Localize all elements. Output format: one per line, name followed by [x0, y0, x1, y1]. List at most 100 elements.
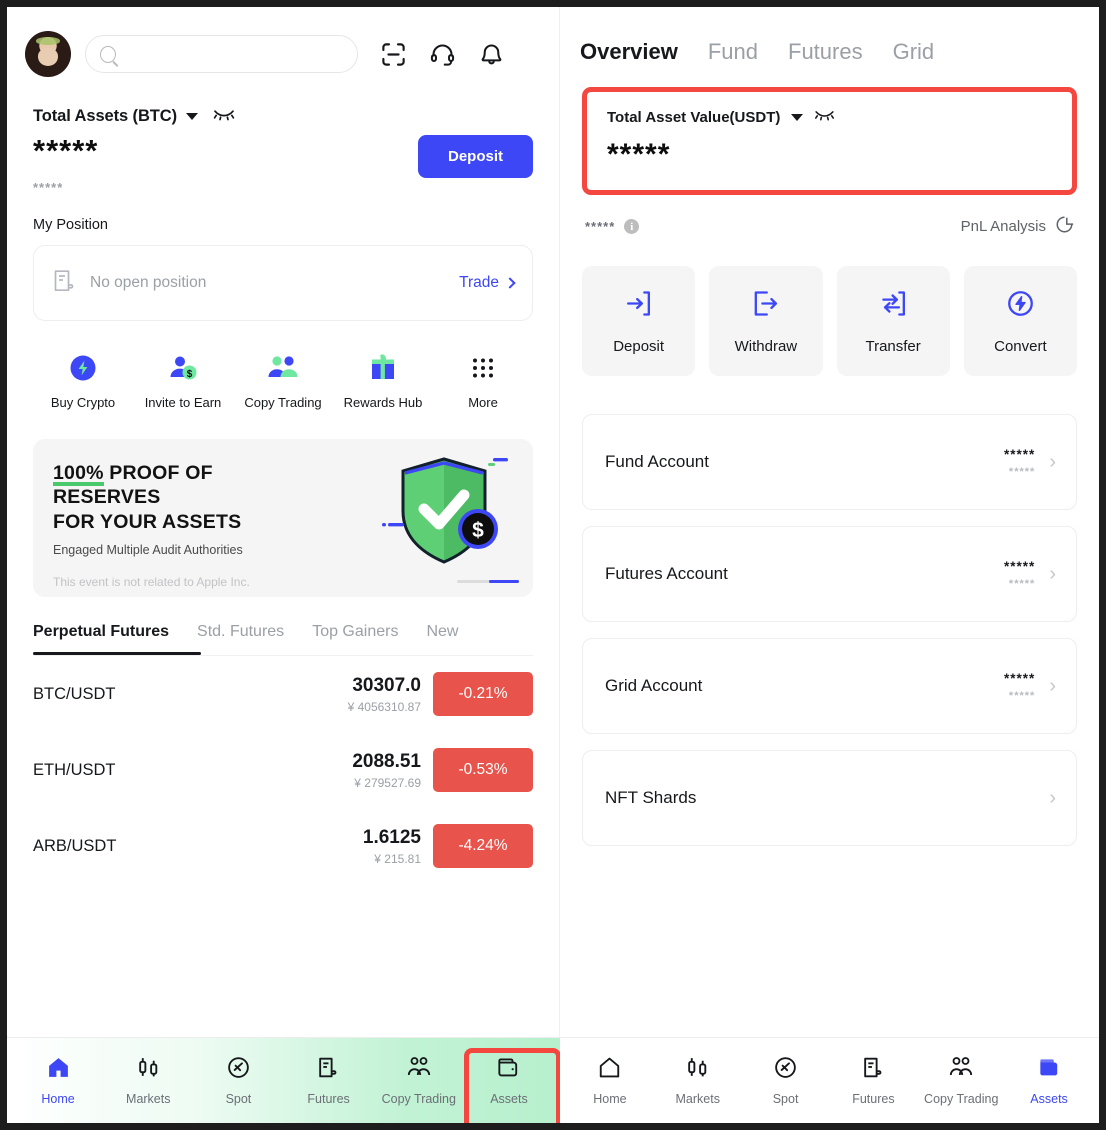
svg-text:$: $	[187, 369, 193, 380]
nav-item-spot[interactable]: Spot	[193, 1055, 283, 1106]
table-row[interactable]: ETH/USDT 2088.51 ¥ 279527.69 -0.53%	[33, 732, 533, 808]
right-body: Total Asset Value(USDT) ***** ***** i Pn…	[560, 87, 1099, 846]
proof-of-reserves-banner[interactable]: 100% PROOF OF RESERVES FOR YOUR ASSETS E…	[33, 439, 533, 598]
green-shield-check-dollar-illustration: $	[380, 449, 515, 579]
market-price: 30307.0	[352, 674, 421, 696]
total-asset-value-header[interactable]: Total Asset Value(USDT)	[607, 108, 1052, 126]
pnl-analysis-link[interactable]: PnL Analysis	[961, 215, 1074, 238]
nav-item-spot[interactable]: Spot	[742, 1055, 830, 1106]
market-tab-new[interactable]: New	[426, 623, 458, 655]
left-bottom-nav-items: Home Markets Spot Futures Copy Trading A…	[7, 1055, 560, 1106]
left-bottom-nav: Home Markets Spot Futures Copy Trading A…	[7, 1037, 561, 1123]
search-icon	[100, 45, 116, 63]
list-item-nft-shards[interactable]: NFT Shards ›	[582, 750, 1077, 846]
chevron-right-icon: ›	[1049, 675, 1056, 697]
withdraw-arrow-out-icon	[750, 288, 781, 324]
promo-headline-rest: PROOF OF	[103, 462, 213, 485]
spot-circle-icon	[773, 1055, 798, 1085]
action-label: Withdraw	[734, 337, 798, 355]
nav-item-markets[interactable]: Markets	[654, 1055, 742, 1106]
headset-support-icon[interactable]	[429, 41, 456, 68]
chevron-down-icon[interactable]	[185, 113, 198, 120]
left-header	[7, 7, 559, 77]
nav-item-assets[interactable]: Assets	[464, 1055, 554, 1106]
tab-grid[interactable]: Grid	[893, 39, 935, 65]
chevron-right-icon	[504, 277, 516, 289]
list-item-futures-account[interactable]: Futures Account ***** ***** ›	[582, 526, 1077, 622]
quick-action-rewards-hub[interactable]: Rewards Hub	[337, 351, 429, 411]
two-people-icon	[948, 1055, 974, 1085]
eye-closed-icon[interactable]	[213, 107, 235, 126]
total-asset-value-label: Total Asset Value(USDT)	[607, 108, 781, 126]
quick-action-label: Invite to Earn	[144, 395, 222, 410]
market-tab-underline	[33, 652, 201, 656]
table-row[interactable]: BTC/USDT 30307.0 ¥ 4056310.87 -0.21%	[33, 656, 533, 732]
accounts-list: Fund Account ***** ***** › Futures Accou…	[582, 414, 1077, 846]
futures-document-icon	[316, 1055, 341, 1085]
account-value-primary: *****	[1004, 446, 1036, 462]
invite-person-dollar-icon: $	[137, 351, 229, 385]
list-item-grid-account[interactable]: Grid Account ***** ***** ›	[582, 638, 1077, 734]
quick-actions-row: Buy Crypto $ Invite to Earn Copy Trading…	[33, 351, 533, 411]
table-row[interactable]: ARB/USDT 1.6125 ¥ 215.81 -4.24%	[33, 808, 533, 884]
quick-action-invite-to-earn[interactable]: $ Invite to Earn	[137, 351, 229, 411]
nav-item-futures[interactable]: Futures	[284, 1055, 374, 1106]
nav-item-home[interactable]: Home	[13, 1055, 103, 1106]
scan-icon[interactable]	[380, 41, 407, 68]
nav-item-label: Futures	[307, 1092, 350, 1106]
account-value-primary: *****	[1004, 558, 1036, 574]
total-assets-header[interactable]: Total Assets (BTC)	[33, 107, 533, 126]
list-item-fund-account[interactable]: Fund Account ***** ***** ›	[582, 414, 1077, 510]
account-value-secondary: *****	[1008, 577, 1036, 590]
tab-futures[interactable]: Futures	[788, 39, 863, 65]
search-input[interactable]	[115, 46, 343, 62]
nav-item-home[interactable]: Home	[566, 1055, 654, 1106]
tab-fund[interactable]: Fund	[708, 39, 758, 65]
market-tab-std-futures[interactable]: Std. Futures	[197, 623, 284, 655]
trade-link[interactable]: Trade	[459, 274, 516, 292]
total-assets-amount: *****	[33, 133, 99, 168]
candlestick-icon	[136, 1055, 161, 1085]
pie-chart-icon	[1055, 215, 1074, 238]
wallet-icon	[1037, 1055, 1062, 1085]
action-transfer[interactable]: Transfer	[836, 266, 950, 376]
convert-lightning-circle-icon	[1005, 288, 1036, 324]
quick-action-buy-crypto[interactable]: Buy Crypto	[37, 351, 129, 411]
account-values: ***** *****	[1004, 559, 1035, 590]
market-tab-top-gainers[interactable]: Top Gainers	[312, 623, 398, 655]
action-withdraw[interactable]: Withdraw	[709, 266, 823, 376]
my-position-card[interactable]: No open position Trade	[33, 245, 533, 321]
nav-item-futures[interactable]: Futures	[829, 1055, 917, 1106]
deposit-button[interactable]: Deposit	[417, 135, 533, 178]
user-avatar[interactable]	[25, 31, 71, 77]
tab-overview[interactable]: Overview	[580, 39, 678, 65]
action-deposit[interactable]: Deposit	[582, 266, 696, 376]
left-body: Total Assets (BTC) ***** ***** Deposit M…	[7, 107, 559, 884]
two-people-icon	[406, 1055, 432, 1085]
action-label: Transfer	[865, 337, 921, 355]
search-input-wrapper[interactable]	[85, 35, 358, 73]
lightning-circle-icon	[37, 351, 129, 385]
market-tab-perpetual-futures[interactable]: Perpetual Futures	[33, 623, 169, 655]
quick-action-label: More	[468, 395, 498, 410]
info-icon[interactable]: i	[624, 219, 640, 234]
nav-item-copy-trading[interactable]: Copy Trading	[917, 1055, 1005, 1106]
total-asset-value-highlight-box[interactable]: Total Asset Value(USDT) *****	[582, 87, 1077, 195]
nav-item-label: Home	[593, 1092, 627, 1106]
nav-item-copy-trading[interactable]: Copy Trading	[374, 1055, 464, 1106]
action-convert[interactable]: Convert	[963, 266, 1077, 376]
spot-circle-icon	[226, 1055, 251, 1085]
chevron-down-icon[interactable]	[791, 113, 804, 121]
bell-notification-icon[interactable]	[478, 41, 505, 68]
nav-item-label: Assets	[490, 1092, 528, 1106]
nav-item-assets[interactable]: Assets	[1005, 1055, 1093, 1106]
total-assets-sub-amount: *****	[33, 180, 64, 195]
quick-action-more[interactable]: More	[437, 351, 529, 411]
action-label: Convert	[994, 337, 1047, 355]
two-people-icon	[237, 351, 329, 385]
total-assets-label: Total Assets (BTC)	[33, 107, 177, 125]
eye-closed-icon[interactable]	[814, 108, 835, 126]
market-pair: BTC/USDT	[33, 684, 116, 703]
quick-action-copy-trading[interactable]: Copy Trading	[237, 351, 329, 411]
nav-item-markets[interactable]: Markets	[103, 1055, 193, 1106]
